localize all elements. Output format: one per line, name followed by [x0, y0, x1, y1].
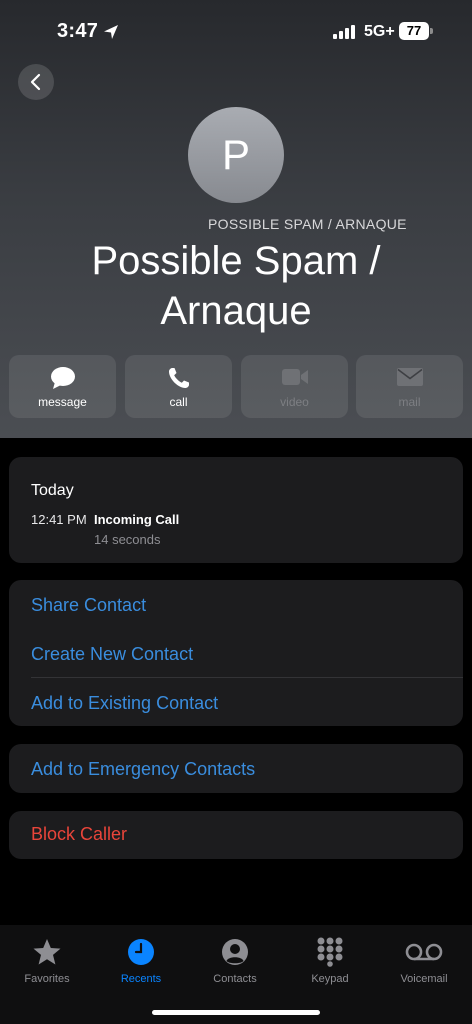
block-card: Block Caller: [9, 811, 463, 859]
call-time: 12:41 PM: [31, 512, 87, 527]
call-button[interactable]: call: [125, 355, 232, 418]
phone-icon: [168, 368, 189, 388]
network-type: 5G+: [364, 23, 395, 40]
person-icon: [222, 939, 248, 965]
location-arrow-icon: [104, 25, 118, 39]
video-label: video: [280, 395, 309, 409]
tab-voicemail-label: Voicemail: [400, 973, 448, 985]
action-buttons: message call video mail: [9, 355, 463, 418]
cellular-signal-icon: [333, 25, 355, 39]
envelope-icon: [396, 368, 423, 386]
contact-subtitle: POSSIBLE SPAM / ARNAQUE: [208, 216, 407, 232]
star-icon: [33, 939, 61, 965]
call-label: call: [169, 395, 188, 409]
share-contact-button[interactable]: Share Contact: [31, 595, 146, 616]
call-duration: 14 seconds: [94, 532, 161, 547]
mail-label: mail: [398, 395, 421, 409]
call-type: Incoming Call: [94, 512, 180, 527]
recent-day: Today: [31, 482, 74, 499]
contact-name: Possible Spam / Arnaque: [40, 236, 432, 336]
back-button[interactable]: [18, 64, 54, 100]
contact-name-line-2: Arnaque: [160, 289, 312, 333]
tab-keypad[interactable]: Keypad: [283, 935, 377, 985]
recent-calls-card: Today 12:41 PM Incoming Call 14 seconds: [9, 457, 463, 563]
tab-favorites-label: Favorites: [24, 973, 70, 985]
block-caller-button[interactable]: Block Caller: [31, 824, 127, 845]
tab-favorites[interactable]: Favorites: [0, 935, 94, 985]
status-bar: 3:47 5G+ 77: [0, 0, 472, 60]
video-button[interactable]: video: [241, 355, 348, 418]
add-to-existing-contact-button[interactable]: Add to Existing Contact: [31, 693, 218, 714]
tab-keypad-label: Keypad: [311, 973, 349, 985]
keypad-icon: [317, 937, 343, 967]
battery-level: 77: [399, 22, 429, 40]
message-bubble-icon: [50, 367, 75, 389]
video-camera-icon: [281, 369, 308, 385]
emergency-card: Add to Emergency Contacts: [9, 744, 463, 793]
contact-name-line-1: Possible Spam /: [91, 239, 381, 283]
contact-header: 3:47 5G+ 77 P POSSIBLE SPAM / ARNAQUE Po…: [0, 0, 472, 438]
voicemail-icon: [405, 943, 443, 961]
mail-button[interactable]: mail: [356, 355, 463, 418]
clock-icon: [128, 939, 154, 965]
add-to-emergency-contacts-button[interactable]: Add to Emergency Contacts: [31, 759, 255, 780]
tab-recents-label: Recents: [120, 973, 162, 985]
chevron-left-icon: [30, 73, 41, 91]
message-label: message: [38, 395, 87, 409]
divider: [31, 677, 463, 678]
create-new-contact-button[interactable]: Create New Contact: [31, 644, 193, 665]
contact-avatar: P: [188, 107, 284, 203]
contact-options-card: Share Contact Create New Contact Add to …: [9, 580, 463, 726]
status-time: 3:47: [57, 20, 99, 42]
tab-recents[interactable]: Recents: [94, 935, 188, 985]
tab-contacts-label: Contacts: [213, 973, 257, 985]
battery-icon: 77: [399, 22, 433, 40]
tab-contacts[interactable]: Contacts: [188, 935, 282, 985]
tab-voicemail[interactable]: Voicemail: [377, 935, 471, 985]
message-button[interactable]: message: [9, 355, 116, 418]
home-indicator[interactable]: [152, 1010, 320, 1015]
